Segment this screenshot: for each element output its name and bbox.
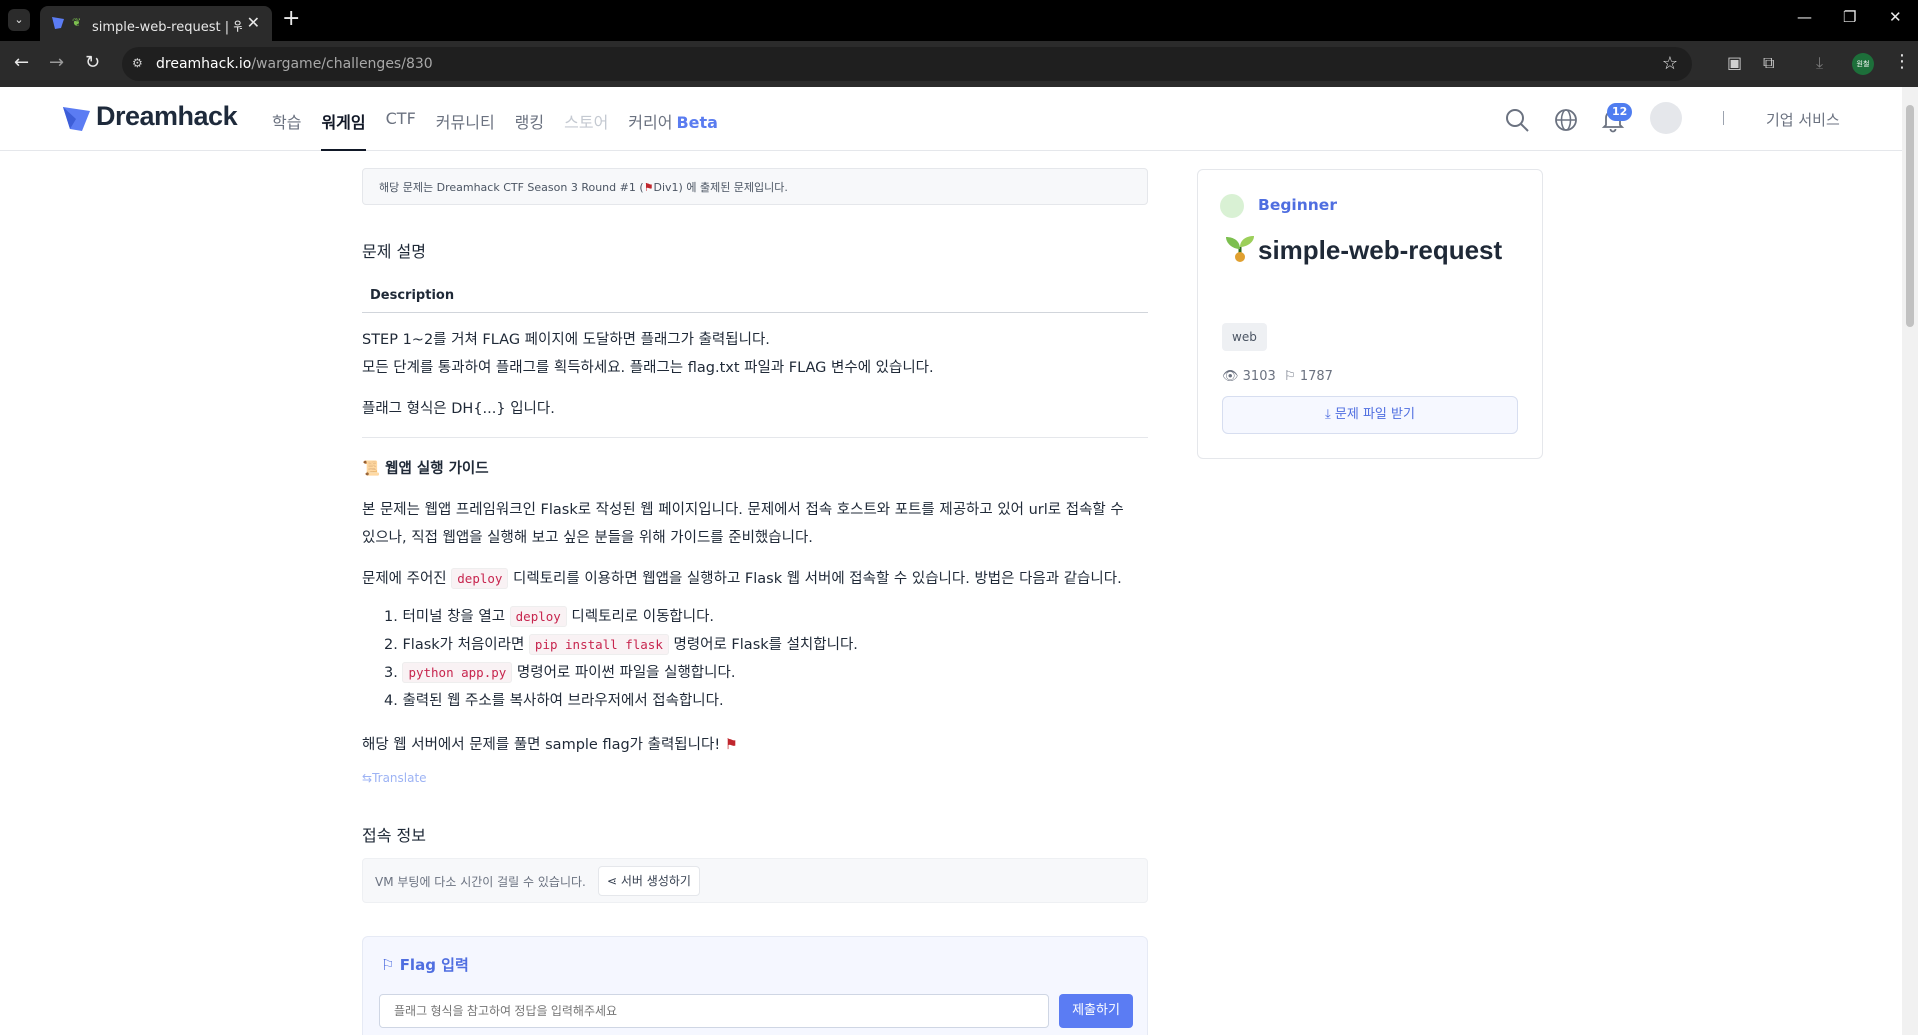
bookmark-star-icon[interactable]: ☆ [1662,53,1678,74]
main-navigation: 학습 워게임 CTF 커뮤니티 랭킹 스토어 커리어 Beta [272,109,738,151]
guide-paragraph: 있으나, 직접 웹앱을 실행해 보고 싶은 분들을 위해 가이드를 준비했습니다… [362,530,813,546]
beta-badge: Beta [676,113,718,132]
flag-icon: ⚑ [724,737,738,753]
reload-icon[interactable]: ↻ [85,52,100,73]
list-item: 3. python app.py 명령어로 파이썬 파일을 실행합니다. [384,661,858,689]
flag-submit-box: ⚐ Flag 입력 제출하기 [362,936,1148,1035]
inline-code: deploy [451,568,509,589]
sprout-icon [1226,236,1254,262]
flag-input-title: ⚐ Flag 입력 [381,956,469,974]
extension-icon[interactable]: ▣ [1727,53,1742,72]
profile-avatar[interactable]: 원철 [1852,53,1874,75]
minimize-icon[interactable]: — [1797,8,1812,26]
nav-community[interactable]: 커뮤니티 [436,109,495,133]
nav-store[interactable]: 스토어 [564,109,608,133]
tab-title: simple-web-request | 워게 [92,20,242,35]
search-icon[interactable] [1504,107,1530,133]
eye-icon: 👁 [1222,369,1239,384]
guide-paragraph: 문제에 주어진 deploy 디렉토리를 이용하면 웹앱을 실행하고 Flask… [362,567,1122,589]
back-arrow-icon[interactable]: ← [14,52,29,73]
logo-text[interactable]: Dreamhack [96,101,238,132]
scroll-icon: 📜 [362,461,381,477]
flag-input[interactable] [379,994,1049,1028]
inline-code: pip install flask [528,634,669,655]
translate-icon: ⇆ [362,771,373,785]
create-server-button[interactable]: ⋖ 서버 생성하기 [598,866,700,896]
closing-line: 해당 웹 서버에서 문제를 풀면 sample flag가 출력됩니다! ⚑ [362,737,738,753]
inline-code: python app.py [402,662,513,683]
description-line: STEP 1~2를 거쳐 FLAG 페이지에 도달하면 플래그가 출력됩니다. [362,332,770,348]
section-title-problem: 문제 설명 [362,242,426,261]
page-content: Dreamhack 학습 워게임 CTF 커뮤니티 랭킹 스토어 커리어 Beta… [0,87,1902,1035]
browser-menu-icon[interactable]: ⋮ [1893,51,1911,72]
nav-ranking[interactable]: 랭킹 [515,109,544,133]
tab-description[interactable]: Description [370,288,454,303]
list-item: 2. Flask가 처음이라면 pip install flask 명령어로 F… [384,633,858,661]
window-close-icon[interactable]: ✕ [1889,8,1902,26]
globe-icon[interactable] [1553,107,1579,133]
user-avatar[interactable] [1650,102,1682,134]
description-line: 모든 단계를 통과하여 플래그를 획득하세요. 플래그는 flag.txt 파일… [362,360,934,376]
challenge-info-card: Beginner simple-web-request web 👁 3103 ⚐… [1197,169,1543,459]
guide-heading: 📜 웹앱 실행 가이드 [362,461,489,477]
tag-badge[interactable]: web [1222,323,1267,351]
nav-learn[interactable]: 학습 [272,109,301,133]
vm-boot-text: VM 부팅에 다소 시간이 걸릴 수 있습니다. [375,875,586,889]
divider [362,312,1148,313]
url-text: dreamhack.io/wargame/challenges/830 [156,56,433,72]
chevron-down-icon: ⌄ [14,13,24,26]
site-header: Dreamhack 학습 워게임 CTF 커뮤니티 랭킹 스토어 커리어 Beta… [0,87,1902,151]
difficulty-label: Beginner [1258,196,1337,214]
browser-toolbar: ← → ↻ ⚙ dreamhack.io/wargame/challenges/… [0,41,1918,87]
restore-icon[interactable]: ❐ [1843,8,1856,26]
nav-ctf[interactable]: CTF [386,109,416,133]
list-item: 1. 터미널 창을 열고 deploy 디렉토리로 이동합니다. [384,605,858,633]
translate-button[interactable]: ⇆Translate [362,771,427,785]
download-icon[interactable]: ⤓ [1816,53,1823,73]
browser-tab-active[interactable]: ❦ simple-web-request | 워게 ✕ [40,6,272,41]
beginner-level-icon [1220,194,1244,218]
scrollbar-thumb[interactable] [1906,105,1914,327]
dreamhack-logo-icon[interactable] [62,105,92,133]
nav-wargame[interactable]: 워게임 [321,109,366,151]
vm-info-box: VM 부팅에 다소 시간이 걸릴 수 있습니다. ⋖ 서버 생성하기 [362,858,1148,903]
inline-code: deploy [509,606,567,627]
divider [362,437,1148,438]
notification-badge: 12 [1607,103,1633,121]
flag-outline-icon: ⚐ [381,956,395,974]
close-tab-icon[interactable]: ✕ [247,13,260,32]
download-files-button[interactable]: ⤓ 문제 파일 받기 [1222,396,1518,434]
address-bar[interactable]: ⚙ dreamhack.io/wargame/challenges/830 ☆ [122,47,1692,81]
header-divider [1723,111,1724,125]
section-title-access: 접속 정보 [362,826,426,845]
new-tab-button[interactable]: + [282,6,300,31]
browser-tab-bar: ⌄ ❦ simple-web-request | 워게 ✕ + — ❐ ✕ [0,0,1918,41]
flag-icon: ⚑ [643,181,654,194]
list-item: 4. 출력된 웹 주소를 복사하여 브라우저에서 접속합니다. [384,693,724,709]
site-info-icon[interactable]: ⚙ [132,56,148,72]
ctf-notice: 해당 문제는 Dreamhack CTF Season 3 Round #1 (… [362,168,1148,205]
tab-search-button[interactable]: ⌄ [8,9,30,31]
nav-career[interactable]: 커리어 Beta [628,109,718,133]
flag-outline-icon: ⚐ [1284,369,1296,384]
view-count: 3103 [1242,369,1276,384]
challenge-stats: 👁 3103 ⚐ 1787 [1222,369,1333,384]
solve-count: 1787 [1299,369,1333,384]
guide-paragraph: 본 문제는 웹앱 프레임워크인 Flask로 작성된 웹 페이지입니다. 문제에… [362,502,1124,518]
challenge-title: simple-web-request [1222,232,1532,268]
guide-steps: 1. 터미널 창을 열고 deploy 디렉토리로 이동합니다. 2. Flas… [384,605,858,717]
share-icon: ⋖ [607,874,618,888]
submit-button[interactable]: 제출하기 [1059,994,1133,1028]
corporate-service-link[interactable]: 기업 서비스 [1766,109,1840,130]
sprout-icon: ❦ [72,16,82,29]
extensions-puzzle-icon[interactable]: ⧉ [1763,53,1774,73]
download-icon: ⤓ [1325,407,1331,422]
forward-arrow-icon[interactable]: → [49,52,64,73]
description-line: 플래그 형식은 DH{...} 입니다. [362,401,555,417]
dreamhack-favicon-icon [52,17,64,29]
